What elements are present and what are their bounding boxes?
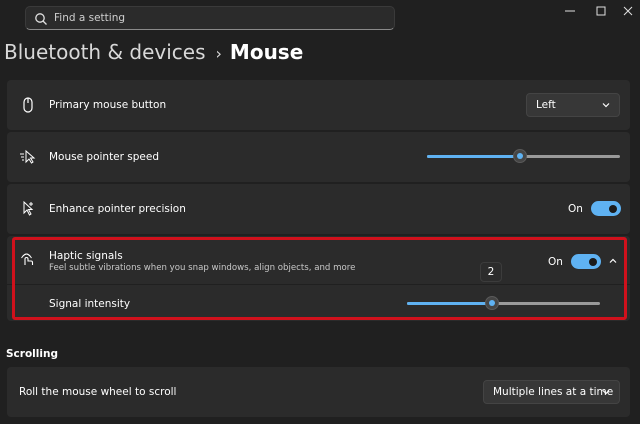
close-button[interactable] — [614, 0, 640, 22]
maximize-icon — [596, 6, 606, 16]
primary-mouse-button-value: Left — [536, 99, 556, 111]
chevron-down-icon — [602, 103, 610, 108]
scrolling-section-heading: Scrolling — [6, 348, 58, 360]
breadcrumb-separator: › — [215, 44, 222, 63]
mouse-pointer-speed-label: Mouse pointer speed — [49, 151, 160, 163]
breadcrumb: Bluetooth & devices › Mouse — [4, 40, 303, 64]
enhance-pointer-precision-label: Enhance pointer precision — [49, 203, 186, 215]
maximize-button[interactable] — [587, 0, 615, 22]
slider-fill — [427, 155, 520, 158]
scroll-wheel-row: Roll the mouse wheel to scroll Multiple … — [7, 367, 630, 417]
enhance-pointer-precision-toggle[interactable] — [591, 201, 621, 216]
scroll-wheel-label: Roll the mouse wheel to scroll — [19, 386, 177, 398]
primary-mouse-button-row: Primary mouse button Left — [7, 80, 630, 130]
highlight-box — [12, 237, 627, 320]
mouse-icon — [23, 97, 33, 113]
pointer-speed-icon — [20, 149, 36, 164]
primary-mouse-button-dropdown[interactable]: Left — [526, 93, 620, 117]
scroll-wheel-value: Multiple lines at a time — [493, 386, 614, 398]
primary-mouse-button-label: Primary mouse button — [49, 99, 167, 111]
mouse-pointer-speed-row: Mouse pointer speed — [7, 132, 630, 182]
minimize-button[interactable] — [556, 0, 584, 22]
search-box[interactable]: Find a setting — [25, 6, 395, 30]
chevron-down-icon — [602, 390, 610, 395]
close-icon — [623, 6, 633, 16]
minimize-icon — [565, 10, 575, 12]
scroll-wheel-dropdown[interactable]: Multiple lines at a time — [483, 380, 620, 404]
page-title: Mouse — [229, 40, 304, 64]
toggle-knob — [609, 204, 617, 213]
toggle-state-label: On — [568, 203, 583, 215]
breadcrumb-parent[interactable]: Bluetooth & devices — [4, 40, 206, 64]
pointer-precision-icon — [23, 201, 34, 216]
enhance-pointer-precision-row: Enhance pointer precision On — [7, 184, 630, 234]
search-icon — [35, 13, 47, 25]
pointer-speed-slider[interactable] — [427, 149, 620, 163]
search-input[interactable]: Find a setting — [54, 12, 125, 24]
slider-thumb[interactable] — [512, 149, 527, 163]
